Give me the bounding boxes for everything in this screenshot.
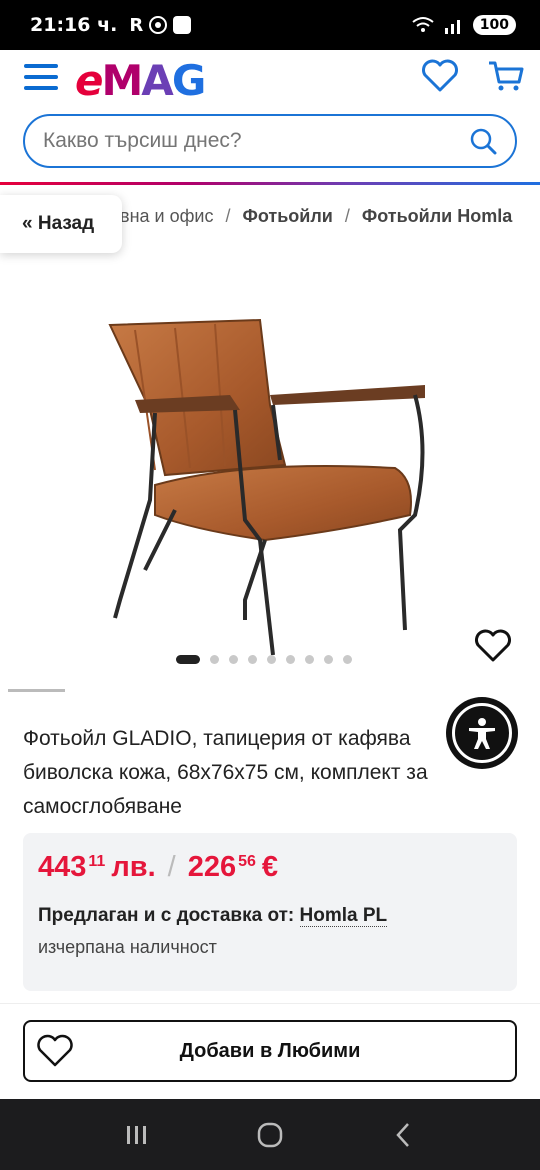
recent-apps-icon[interactable]	[117, 1117, 157, 1153]
breadcrumb-item[interactable]: Фотьойли	[242, 206, 332, 226]
thumbnail-indicator	[8, 689, 65, 692]
accessibility-icon	[469, 718, 495, 749]
carousel-dot-active[interactable]	[176, 655, 200, 664]
seller-link[interactable]: Homla PL	[299, 905, 388, 927]
wifi-icon	[412, 17, 434, 32]
heart-icon	[37, 1034, 73, 1067]
pinterest-icon	[149, 16, 168, 34]
back-button[interactable]: « Назад	[0, 195, 122, 253]
price: 443 11 лв. / 226 56 €	[38, 851, 279, 883]
breadcrumb: вна и офис / Фотьойли / Фотьойли Homla	[120, 206, 513, 226]
search-icon[interactable]	[469, 127, 497, 155]
back-icon[interactable]	[383, 1117, 423, 1153]
carousel-dot[interactable]	[267, 655, 276, 664]
seller-info: Предлаган и с доставка от: Homla PL	[38, 905, 388, 927]
carousel-dots	[176, 655, 352, 664]
search-bar[interactable]	[23, 114, 517, 168]
add-to-favorites-button[interactable]: Добави в Любими	[23, 1020, 517, 1082]
carousel-dot[interactable]	[229, 655, 238, 664]
header-divider	[0, 182, 540, 185]
system-nav-bar	[0, 1099, 540, 1170]
signal-icon	[444, 20, 460, 34]
accessibility-button[interactable]	[446, 697, 518, 769]
bottom-action-bar: Добави в Любими	[0, 1003, 540, 1099]
cart-icon[interactable]	[486, 58, 526, 94]
carousel-dot[interactable]	[324, 655, 333, 664]
breadcrumb-item[interactable]: Фотьойли Homla	[362, 206, 512, 226]
status-time: 21:16 ч.	[30, 14, 118, 36]
carousel-dot[interactable]	[248, 655, 257, 664]
product-title: Фотьойл GLADIO, тапицерия от кафява биво…	[23, 727, 428, 818]
search-input[interactable]	[43, 129, 469, 153]
breadcrumb-item[interactable]: вна и офис	[120, 206, 213, 226]
app-header: eMAG	[0, 50, 540, 185]
carousel-dot[interactable]	[286, 655, 295, 664]
carousel-dot[interactable]	[210, 655, 219, 664]
home-icon[interactable]	[250, 1117, 290, 1153]
status-bar: 21:16 ч. R 100	[0, 0, 540, 50]
heart-icon[interactable]	[474, 628, 512, 664]
carousel-dot[interactable]	[343, 655, 352, 664]
price-box: 443 11 лв. / 226 56 € Предлаган и с доставка…	[23, 833, 517, 991]
app-notification-icon	[173, 16, 192, 34]
menu-icon[interactable]	[24, 64, 58, 92]
stock-status: изчерпана наличност	[38, 937, 217, 957]
heart-icon[interactable]	[420, 58, 460, 94]
product-image[interactable]	[95, 300, 445, 660]
r-letter: R	[129, 14, 144, 36]
carousel-dot[interactable]	[305, 655, 314, 664]
battery-badge: 100	[472, 15, 516, 35]
emag-logo[interactable]: eMAG	[75, 56, 206, 105]
